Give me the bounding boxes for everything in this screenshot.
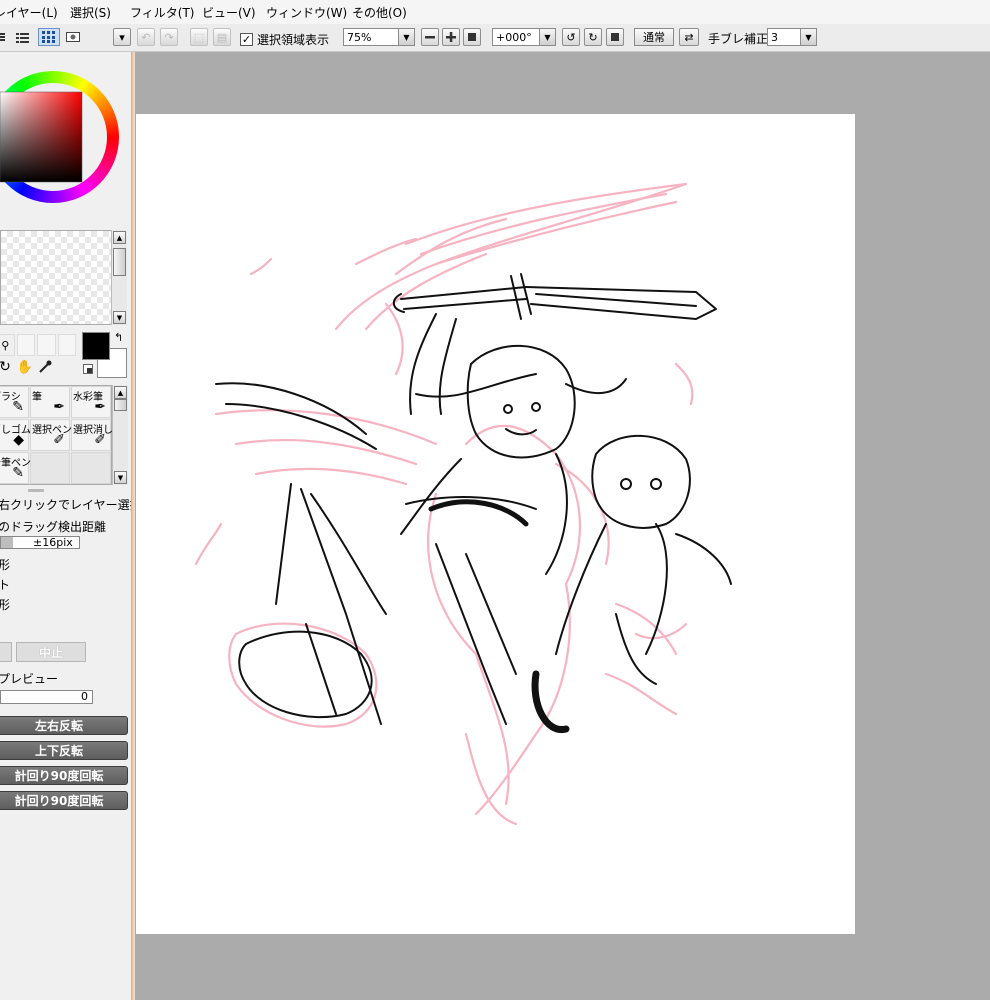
panel-menu-dropdown-icon[interactable]: ▾: [113, 28, 131, 46]
panel-tab-grid-icon[interactable]: [38, 28, 60, 46]
menu-view[interactable]: ビュー(V): [202, 4, 256, 21]
sketch-artwork: [194, 182, 732, 826]
zoom-value: 75%: [347, 30, 372, 44]
menu-bar: レイヤー(L) 選択(S) フィルタ(T) ビュー(V) ウィンドウ(W) その…: [0, 0, 990, 25]
scroll-up-icon[interactable]: ▲: [113, 231, 126, 244]
tool-icon-row-1: ⚲: [0, 334, 76, 356]
scroll-up-icon[interactable]: ▲: [114, 386, 127, 399]
tool-slot-empty[interactable]: [16, 334, 35, 356]
preview-slider[interactable]: 0: [0, 690, 93, 704]
ok-button[interactable]: [0, 642, 12, 662]
deselect-icon[interactable]: ⬚: [190, 28, 208, 46]
tool-watercolor[interactable]: 水彩筆 ✒: [71, 386, 111, 418]
zoom-in-icon[interactable]: [442, 28, 460, 46]
layer-select-option[interactable]: 右クリックでレイヤー選択: [0, 496, 131, 513]
flip-view-icon[interactable]: ⇄: [679, 28, 699, 46]
left-panel: ▲ ▼ ⚲ ↻ ✋ ↰ ブラシ ✎ 筆 ✒ 水彩筆 ✒: [0, 52, 131, 1000]
menu-select[interactable]: 選択(S): [70, 4, 111, 21]
zoom-out-icon[interactable]: [421, 28, 439, 46]
panel-tab-preview-icon[interactable]: [66, 28, 84, 46]
brush-tool-grid: ブラシ ✎ 筆 ✒ 水彩筆 ✒ 消しゴム ◆ 選択ペン ✐ 選択消し ✐ 鉛筆ペ…: [0, 385, 113, 485]
menu-window[interactable]: ウィンドウ(W): [266, 4, 347, 21]
drag-detect-label: のドラッグ検出距離: [0, 520, 107, 534]
swap-colors-icon[interactable]: ↰: [114, 331, 123, 344]
drag-detect-slider[interactable]: ±16pix: [0, 536, 80, 549]
selection-display-checkbox[interactable]: ✓: [240, 32, 253, 46]
rotate-ccw-button[interactable]: 計回り90度回転: [0, 766, 128, 785]
select-erase-icon: ✐: [94, 432, 106, 448]
reset-colors-icon[interactable]: [83, 364, 93, 374]
chevron-down-icon: ▼: [800, 29, 816, 45]
tool-pencil[interactable]: 鉛筆ペン ✎: [0, 452, 31, 484]
canvas-area[interactable]: [135, 52, 990, 1000]
tool-slot-empty[interactable]: [57, 334, 76, 356]
brush-icon: ✎: [12, 399, 24, 415]
preview-label: プレビュー: [0, 672, 59, 686]
rotate-cw-button[interactable]: 計回り90度回転: [0, 791, 128, 810]
brush-tool-scrollbar[interactable]: ▲ ▼: [112, 385, 128, 485]
tool-slot-empty[interactable]: [30, 452, 70, 484]
eraser-icon: ◆: [13, 432, 24, 448]
eyedropper-icon[interactable]: [36, 357, 54, 377]
menu-filter[interactable]: フィルタ(T): [130, 4, 194, 21]
panel-tab-list-icon[interactable]: [0, 28, 8, 46]
flip-vertical-button[interactable]: 上下反転: [0, 741, 128, 760]
drag-detect-value: ±16pix: [33, 536, 73, 549]
transform-option-3[interactable]: 形: [0, 596, 10, 613]
menu-layer[interactable]: レイヤー(L): [0, 4, 58, 21]
toolbar: ▾ ↶ ↷ ⬚ ▤ ✓ 選択領域表示 75% ▼ +000° ▼ ↺ ↻ 通常 …: [0, 24, 990, 52]
panel-tab-detail-icon[interactable]: [16, 28, 32, 46]
tool-pen[interactable]: 筆 ✒: [30, 386, 70, 418]
preview-value: 0: [81, 690, 88, 703]
tool-brush[interactable]: ブラシ ✎: [0, 386, 29, 418]
redo-icon[interactable]: ↷: [160, 28, 178, 46]
undo-icon[interactable]: ↶: [137, 28, 155, 46]
menu-other[interactable]: その他(O): [352, 4, 407, 21]
pencil-icon: ✎: [12, 465, 24, 481]
rotation-reset-icon[interactable]: [606, 28, 624, 46]
scratch-pad[interactable]: [0, 230, 112, 325]
color-wheel[interactable]: [0, 52, 123, 222]
selection-display-toggle[interactable]: ✓ 選択領域表示: [240, 30, 329, 48]
stabilizer-select[interactable]: 3 ▼: [767, 28, 817, 46]
scroll-down-icon[interactable]: ▼: [114, 471, 127, 484]
rotation-value: +000°: [496, 30, 532, 44]
rotate-view-icon[interactable]: ↻: [0, 357, 14, 377]
pen-icon: ✒: [53, 399, 65, 415]
rotation-select[interactable]: +000° ▼: [492, 28, 556, 46]
scroll-down-icon[interactable]: ▼: [113, 311, 126, 324]
transform-option-1[interactable]: 形: [0, 556, 10, 573]
drawing-canvas[interactable]: [136, 114, 855, 934]
cancel-button[interactable]: 中止: [16, 642, 86, 662]
zoom-select[interactable]: 75% ▼: [343, 28, 415, 46]
magic-wand-icon[interactable]: ⚲: [0, 334, 15, 356]
stabilizer-value: 3: [771, 30, 778, 44]
blend-mode-button[interactable]: 通常: [634, 28, 674, 46]
zoom-reset-icon[interactable]: [463, 28, 481, 46]
select-pen-icon: ✐: [53, 432, 65, 448]
scroll-thumb[interactable]: [114, 399, 127, 411]
hand-icon[interactable]: ✋: [16, 357, 34, 377]
tool-slot-empty[interactable]: [37, 334, 56, 356]
tool-select-pen[interactable]: 選択ペン ✐: [30, 419, 72, 451]
tool-slot-empty[interactable]: [71, 452, 111, 484]
tool-eraser[interactable]: 消しゴム ◆: [0, 419, 31, 451]
chevron-down-icon: ▼: [539, 29, 555, 45]
rotate-left-icon[interactable]: ↺: [562, 28, 580, 46]
selection-display-label: 選択領域表示: [257, 32, 330, 47]
chevron-down-icon: ▼: [398, 29, 414, 45]
scroll-thumb[interactable]: [113, 248, 126, 276]
scratch-pad-scrollbar[interactable]: ▲ ▼: [111, 230, 127, 325]
tool-icon-row-2: ↻ ✋: [0, 357, 76, 379]
rotate-right-icon[interactable]: ↻: [584, 28, 602, 46]
stabilizer-label: 手ブレ補正: [708, 32, 769, 46]
transform-option-2[interactable]: ト: [0, 576, 10, 593]
invert-selection-icon[interactable]: ▤: [213, 28, 231, 46]
watercolor-icon: ✒: [94, 399, 106, 415]
tool-select-erase[interactable]: 選択消し ✐: [71, 419, 113, 451]
flip-horizontal-button[interactable]: 左右反転: [0, 716, 128, 735]
splitter-handle[interactable]: [28, 489, 44, 492]
primary-color-swatch[interactable]: [82, 332, 110, 360]
